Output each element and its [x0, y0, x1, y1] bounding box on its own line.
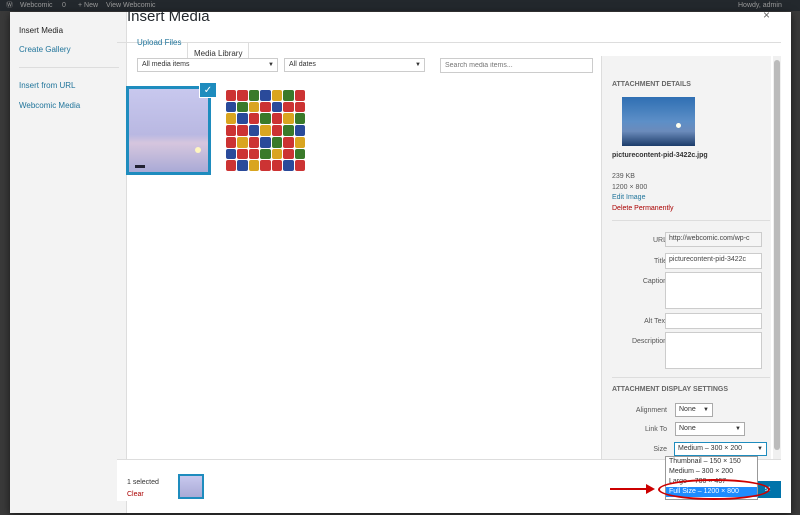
admin-bar: Ⓦ Webcomic 0 + New View Webcomic Howdy, … [0, 0, 800, 11]
tab-upload-files[interactable]: Upload Files [131, 32, 187, 53]
clear-selection-link[interactable]: Clear [127, 491, 144, 498]
attachment-details-heading: Attachment Details [612, 81, 691, 88]
wordpress-icon[interactable]: Ⓦ [6, 0, 13, 11]
site-name-link[interactable]: Webcomic [20, 0, 53, 11]
size-label: Size [653, 446, 667, 453]
close-icon[interactable]: × [763, 8, 770, 22]
sun-shape [676, 123, 681, 128]
boat-shape [135, 165, 145, 168]
size-select[interactable]: Medium – 300 × 200 ▼ [674, 442, 767, 456]
date-filter[interactable]: All dates ▼ [284, 58, 425, 72]
alignment-label: Alignment [635, 407, 667, 414]
chevron-down-icon: ▼ [757, 446, 763, 452]
chevron-down-icon: ▼ [703, 407, 709, 413]
menu-separator [19, 67, 119, 68]
chevron-down-icon: ▼ [735, 426, 741, 432]
scrollbar-thumb[interactable] [774, 60, 780, 450]
title-label: Title [654, 258, 667, 265]
attachment-thumbnail-selected[interactable] [126, 86, 211, 175]
chevron-down-icon: ▼ [415, 62, 421, 68]
description-label: Description [631, 338, 667, 345]
size-value: Medium – 300 × 200 [678, 445, 743, 452]
alt-text-field[interactable] [665, 313, 762, 329]
selected-attachment-thumbnail[interactable] [178, 474, 204, 499]
menu-item-insert-from-url[interactable]: Insert from URL [19, 81, 75, 90]
media-menu: Insert Media Create Gallery Insert from … [10, 12, 127, 513]
caption-label: Caption [642, 278, 667, 285]
attachment-preview [622, 97, 695, 146]
menu-item-webcomic-media[interactable]: Webcomic Media [19, 101, 80, 110]
alignment-value: None [679, 406, 696, 413]
search-input[interactable] [440, 58, 593, 73]
attachment-filesize: 239 KB [612, 173, 635, 180]
annotation-ellipse [658, 479, 770, 500]
menu-item-create-gallery[interactable]: Create Gallery [19, 45, 71, 54]
checkmark-icon[interactable]: ✓ [199, 82, 217, 98]
alignment-select[interactable]: None ▼ [675, 403, 713, 417]
comments-link[interactable]: 0 [62, 0, 66, 11]
delete-permanently-link[interactable]: Delete Permanently [612, 205, 673, 212]
attachment-filename: picturecontent-pid-3422c.jpg [612, 152, 708, 159]
display-settings-heading: Attachment Display Settings [612, 386, 729, 393]
url-label: URL [652, 237, 667, 244]
link-to-label: Link To [644, 426, 667, 433]
link-to-select[interactable]: None ▼ [675, 422, 745, 436]
sun-shape [195, 147, 201, 153]
date-filter-value: All dates [289, 61, 316, 68]
alt-text-label: Alt Text [644, 318, 667, 325]
sidebar-divider [612, 377, 770, 378]
annotation-arrowhead [646, 484, 655, 494]
url-field[interactable]: http://webcomic.com/wp-c [665, 232, 762, 247]
sidebar-divider [612, 220, 770, 221]
size-option[interactable]: Thumbnail – 150 × 150 [666, 457, 757, 467]
size-option[interactable]: Medium – 300 × 200 [666, 467, 757, 477]
sidebar-scrollbar[interactable] [773, 56, 781, 459]
link-to-value: None [679, 425, 696, 432]
title-field[interactable]: picturecontent-pid-3422c [665, 253, 762, 269]
description-field[interactable] [665, 332, 762, 369]
attachment-dimensions: 1200 × 800 [612, 184, 648, 191]
modal-title: Insert Media [127, 8, 210, 25]
selection-count: 1 selected [127, 479, 159, 486]
media-type-filter-value: All media items [142, 61, 190, 68]
edit-image-link[interactable]: Edit Image [612, 194, 645, 201]
media-type-filter[interactable]: All media items ▼ [137, 58, 278, 72]
caption-field[interactable] [665, 272, 762, 309]
new-link[interactable]: + New [78, 0, 98, 11]
attachment-thumbnail[interactable] [222, 86, 309, 175]
chevron-down-icon: ▼ [268, 62, 274, 68]
howdy-link[interactable]: Howdy, admin [738, 0, 782, 11]
menu-item-insert-media[interactable]: Insert Media [19, 26, 63, 35]
